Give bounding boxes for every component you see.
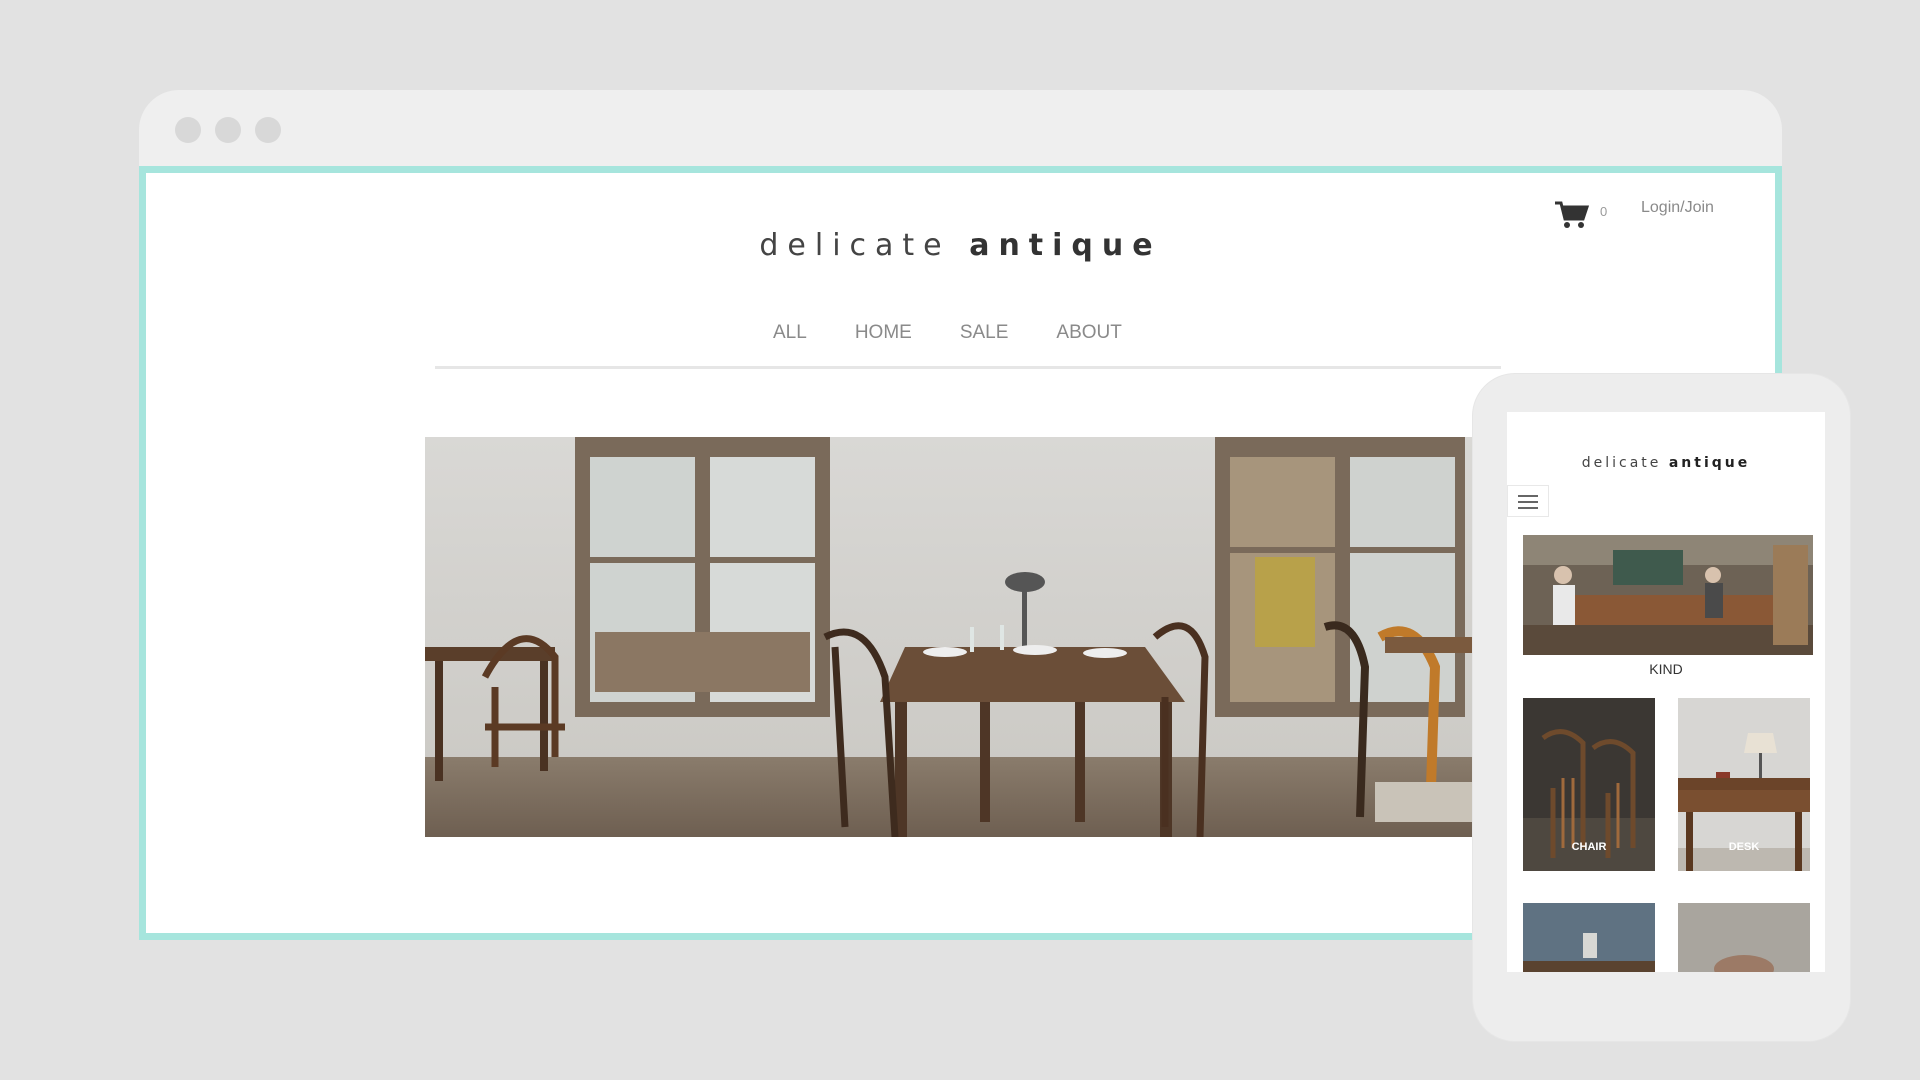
nav-item-home[interactable]: HOME (855, 322, 912, 344)
kind-category-label: KIND (1649, 661, 1683, 677)
mobile-logo-light-text: delicate (1581, 455, 1662, 471)
hamburger-icon[interactable] (1507, 485, 1549, 517)
nav-item-about[interactable]: ABOUT (1056, 322, 1121, 344)
cart-count: 0 (1600, 204, 1608, 219)
chair-category-tile[interactable]: CHAIR (1523, 698, 1655, 871)
logo-light-text: delicate (759, 228, 951, 263)
mobile-device: delicate antique KIND CHAIR DESK (1473, 374, 1850, 1041)
cart-icon[interactable] (1554, 200, 1590, 230)
chair-category-label: CHAIR (1571, 841, 1607, 853)
login-join-link[interactable]: Login/Join (1641, 199, 1714, 217)
nav-divider (435, 366, 1501, 369)
category-image (1678, 903, 1810, 972)
mobile-logo-bold-text: antique (1668, 455, 1751, 471)
mockup-stage: 0 Login/Join delicate antique ALL HOME S… (0, 0, 1920, 1080)
nav-item-all[interactable]: ALL (773, 322, 807, 344)
mobile-site-logo[interactable]: delicate antique (1507, 455, 1825, 471)
nav-item-sale[interactable]: SALE (960, 322, 1009, 344)
hero-image (425, 437, 1505, 837)
site-logo[interactable]: delicate antique (139, 228, 1782, 263)
desk-category-tile[interactable]: DESK (1678, 698, 1810, 871)
logo-bold-text: antique (969, 228, 1162, 263)
mobile-screen: delicate antique KIND CHAIR DESK (1507, 412, 1825, 972)
main-nav: ALL HOME SALE ABOUT (773, 322, 1122, 344)
browser-title-bar (139, 90, 1782, 166)
window-dot-icon (255, 117, 281, 143)
category-tile[interactable] (1523, 903, 1655, 972)
category-image (1523, 903, 1655, 972)
desk-category-label: DESK (1728, 841, 1760, 853)
category-tile[interactable] (1678, 903, 1810, 972)
kind-category-image[interactable] (1523, 535, 1813, 655)
window-dot-icon (215, 117, 241, 143)
window-dot-icon (175, 117, 201, 143)
